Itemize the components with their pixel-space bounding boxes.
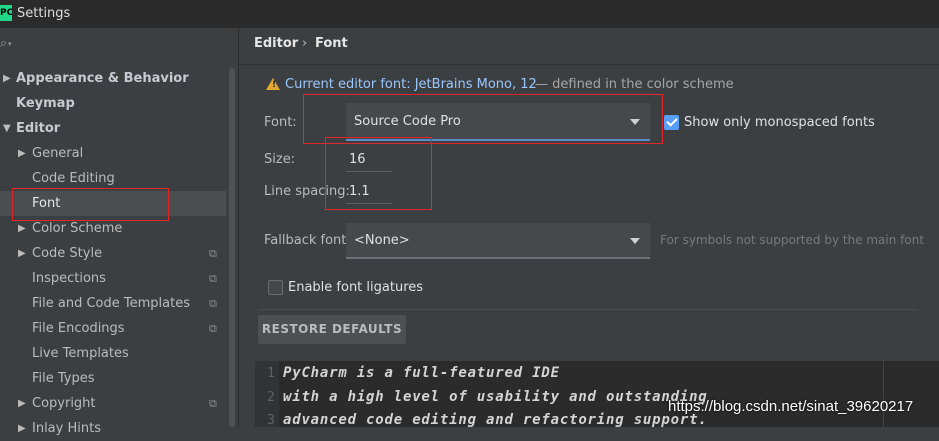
current-font-link[interactable]: Current editor font: JetBrains Mono, 12 [285, 77, 537, 92]
sidebar-item-file-types[interactable]: File Types [0, 366, 226, 391]
sidebar-item-inlay-hints[interactable]: ▶ Inlay Hints [0, 416, 226, 441]
sidebar-item-keymap[interactable]: Keymap [0, 91, 226, 116]
sidebar-item-label: Live Templates [32, 346, 129, 361]
chevron-right-icon[interactable]: ▶ [18, 141, 26, 166]
preview-right-margin [883, 361, 884, 427]
header-divider [239, 64, 939, 65]
chevron-right-icon[interactable]: ▶ [18, 391, 26, 416]
sidebar-item-label: General [32, 146, 84, 161]
chevron-down-icon [630, 238, 640, 244]
line-number: 2 [267, 390, 275, 405]
preview-line: PyCharm is a full-featured IDE [283, 365, 560, 381]
sidebar-item-label: Editor [16, 121, 61, 136]
sidebar-item-label: File Types [32, 371, 95, 386]
breadcrumb-editor[interactable]: Editor [254, 36, 298, 51]
fallback-font-hint: For symbols not supported by the main fo… [660, 233, 925, 247]
preview-line: with a high level of usability and outst… [283, 389, 708, 405]
monospaced-label[interactable]: Show only monospaced fonts [684, 115, 875, 130]
fallback-font-label: Fallback font: [264, 233, 351, 248]
search-icon: ⌕ [0, 36, 8, 51]
annotation-box-font-nav [12, 188, 169, 221]
font-preview[interactable]: 1 PyCharm is a full-featured IDE 2 with … [255, 361, 939, 428]
preview-line: advanced code editing and refactoring su… [283, 412, 708, 428]
ligatures-label[interactable]: Enable font ligatures [288, 280, 423, 295]
chevron-right-icon[interactable]: ▶ [3, 66, 11, 91]
sidebar-item-editor[interactable]: ▼ Editor [0, 116, 226, 141]
sidebar-item-label: File Encodings [32, 321, 125, 336]
chevron-down-icon[interactable]: ▼ [3, 116, 11, 141]
monospaced-checkbox[interactable] [664, 115, 679, 130]
breadcrumb-separator: › [302, 36, 308, 51]
title-bar: PC Settings [0, 0, 939, 28]
restore-defaults-button[interactable]: RESTORE DEFAULTS [258, 315, 406, 344]
fallback-font-select[interactable]: <None> [346, 223, 650, 259]
settings-sidebar: ⌕ ▾ ▶ Appearance & Behavior Keymap ▼ Edi… [0, 28, 238, 436]
window-title: Settings [17, 6, 71, 21]
project-settings-icon: ⧉ [209, 272, 217, 285]
annotation-box-size-spacing [325, 137, 432, 210]
line-number: 1 [267, 366, 275, 381]
sidebar-item-label: Keymap [16, 96, 75, 111]
sidebar-item-label: Appearance & Behavior [16, 71, 189, 86]
sidebar-item-copyright[interactable]: ▶ Copyright ⧉ [0, 391, 226, 416]
sidebar-item-code-style[interactable]: ▶ Code Style ⧉ [0, 241, 226, 266]
breadcrumb-current: Font [315, 36, 348, 51]
sidebar-item-live-templates[interactable]: Live Templates [0, 341, 226, 366]
sidebar-item-file-and-code-templates[interactable]: File and Code Templates ⧉ [0, 291, 226, 316]
sidebar-item-inspections[interactable]: Inspections ⧉ [0, 266, 226, 291]
pycharm-app-icon: PC [0, 5, 12, 21]
chevron-right-icon[interactable]: ▶ [18, 241, 26, 266]
font-label: Font: [264, 115, 297, 130]
sidebar-item-label: Inlay Hints [32, 421, 101, 436]
sidebar-item-file-encodings[interactable]: File Encodings ⧉ [0, 316, 226, 341]
chevron-down-icon: ▾ [8, 40, 12, 48]
sidebar-item-label: Code Style [32, 246, 103, 261]
project-settings-icon: ⧉ [209, 322, 217, 335]
sidebar-scrollbar[interactable] [229, 68, 235, 427]
color-scheme-note: — defined in the color scheme [535, 77, 734, 92]
fallback-font-value: <None> [354, 233, 410, 248]
sidebar-item-general[interactable]: ▶ General [0, 141, 226, 166]
font-settings-panel: Editor › Font ! Current editor font: Jet… [239, 28, 939, 428]
sidebar-item-label: File and Code Templates [32, 296, 190, 311]
warning-icon-mark: ! [272, 80, 277, 90]
sidebar-item-label: Inspections [32, 271, 106, 286]
ligatures-checkbox[interactable] [268, 280, 283, 295]
sidebar-item-appearance-behavior[interactable]: ▶ Appearance & Behavior [0, 66, 226, 91]
watermark: https://blog.csdn.net/sinat_39620217 [668, 398, 914, 415]
line-number: 3 [267, 413, 275, 428]
project-settings-icon: ⧉ [209, 247, 217, 260]
project-settings-icon: ⧉ [209, 397, 217, 410]
chevron-right-icon[interactable]: ▶ [18, 416, 26, 441]
sidebar-item-label: Copyright [32, 396, 96, 411]
size-label: Size: [264, 152, 296, 167]
search-field[interactable]: ⌕ ▾ [0, 34, 238, 58]
project-settings-icon: ⧉ [209, 297, 217, 310]
section-divider [258, 309, 918, 310]
